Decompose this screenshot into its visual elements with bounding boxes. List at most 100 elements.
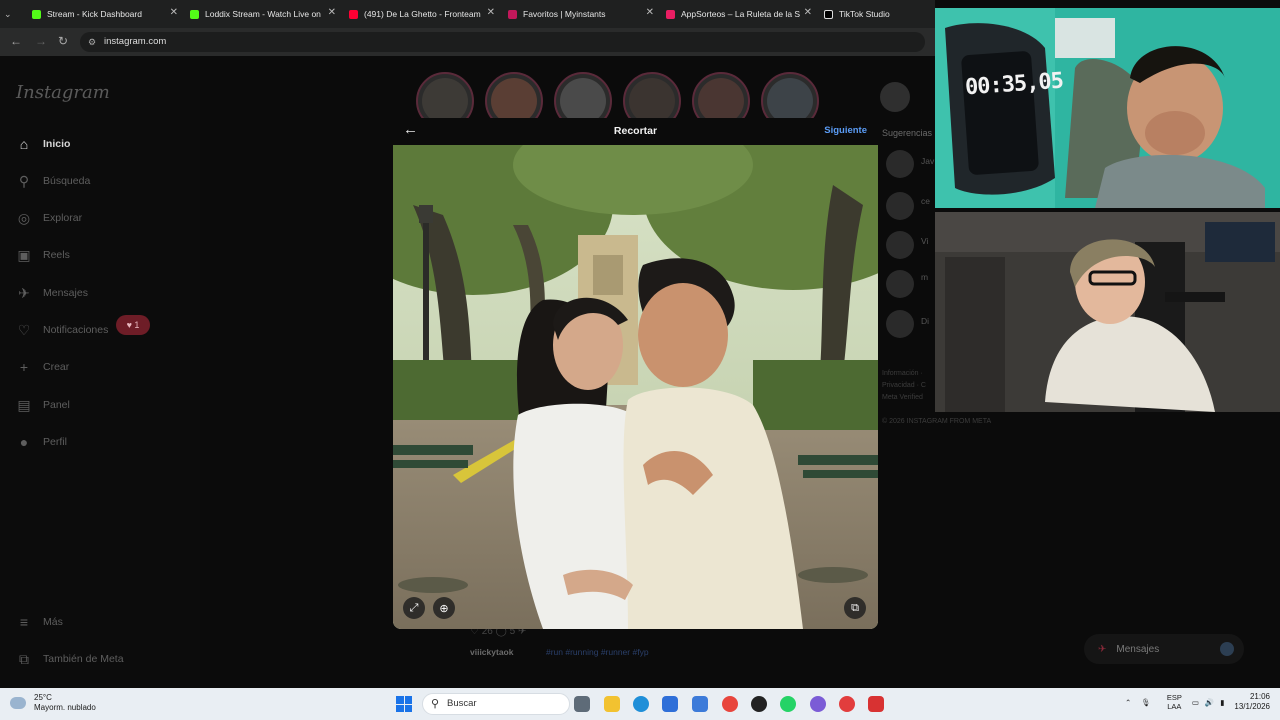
chevron-up-icon[interactable]: ⌃: [1125, 698, 1131, 707]
discord-icon[interactable]: [810, 696, 826, 712]
footer-link[interactable]: Meta Verified: [882, 392, 926, 404]
current-user-avatar[interactable]: [880, 82, 910, 112]
footer-link[interactable]: Información ·: [882, 368, 926, 380]
suggestion-avatar[interactable]: [886, 150, 914, 178]
forward-arrow-icon[interactable]: →: [35, 34, 47, 48]
menu-icon: ≡: [19, 614, 29, 630]
whatsapp-icon[interactable]: [780, 696, 796, 712]
task-view-icon[interactable]: [574, 696, 590, 712]
nav-item-explorar[interactable]: ◎ Explorar: [16, 207, 82, 229]
outlook-icon[interactable]: [692, 696, 708, 712]
close-icon[interactable]: ✕: [328, 7, 336, 18]
tab-search-button[interactable]: ⌄: [4, 4, 24, 24]
tab-appsorteos[interactable]: AppSorteos – La Ruleta de la S ✕: [666, 4, 812, 24]
suggestion-avatar[interactable]: [886, 270, 914, 298]
youtube-icon: [349, 9, 358, 19]
kick-icon: [32, 9, 41, 19]
suggestion-avatar[interactable]: [886, 231, 914, 259]
suggestion-name[interactable]: Vi: [921, 236, 928, 246]
aspect-ratio-icon[interactable]: ⤢: [403, 597, 425, 619]
windows-taskbar: 25°C Mayorm. nublado ⚲ Buscar ⌃ 🎙 ESP LA…: [0, 688, 1280, 720]
nav-label: Mensajes: [43, 287, 88, 299]
store-icon[interactable]: [662, 696, 678, 712]
battery-icon[interactable]: ▮: [1220, 698, 1224, 707]
tab-youtube[interactable]: (491) De La Ghetto - Fronteam ✕: [349, 4, 495, 24]
meta-label: También de Meta: [43, 653, 124, 665]
nav-item-reels[interactable]: ▣ Reels: [16, 244, 69, 266]
taskbar-search[interactable]: ⚲ Buscar: [422, 693, 570, 715]
microphone-icon[interactable]: 🎙: [1141, 698, 1151, 707]
volume-icon[interactable]: 🔊: [1205, 698, 1214, 707]
nav-item-mensajes[interactable]: ✈ Mensajes: [16, 282, 88, 304]
suggestion-avatar[interactable]: [886, 310, 914, 338]
tab-loddix-stream[interactable]: Loddix Stream - Watch Live on ✕: [190, 4, 336, 24]
more-button[interactable]: ≡ Más: [16, 611, 63, 633]
nav-label: Perfil: [43, 436, 67, 448]
tab-tiktok-studio[interactable]: TikTok Studio: [824, 4, 924, 24]
next-button[interactable]: Siguiente: [824, 125, 867, 136]
windows-start-icon[interactable]: [396, 696, 412, 712]
post-username[interactable]: viiickytaok: [470, 647, 513, 657]
site-info-icon[interactable]: ⚙: [88, 32, 96, 52]
nav-item-inicio[interactable]: ⌂ Inicio: [16, 133, 71, 155]
messages-pill[interactable]: ✈ Mensajes: [1084, 634, 1244, 664]
suggestion-name[interactable]: Di: [921, 316, 929, 326]
address-bar[interactable]: ⚙ instagram.com: [80, 32, 925, 52]
suggestion-name[interactable]: m: [921, 272, 928, 282]
opera-icon[interactable]: [839, 696, 855, 712]
tab-label: Loddix Stream - Watch Live on: [205, 9, 321, 19]
sidebar-footer-links: Información · Privacidad · C Meta Verifi…: [882, 368, 926, 404]
webcam-image: [935, 8, 1280, 208]
weather-text: Mayorm. nublado: [34, 703, 96, 712]
tab-kick-dashboard[interactable]: Stream - Kick Dashboard ✕: [32, 4, 178, 24]
tab-label: Favoritos | Myinstants: [523, 9, 606, 19]
layout-code: LAA: [1167, 702, 1182, 711]
plus-icon: +: [19, 359, 29, 375]
date-text: 13/1/2026: [1234, 702, 1270, 711]
back-arrow-icon[interactable]: ←: [10, 34, 22, 48]
myinstants-icon: [508, 9, 517, 19]
crop-photo[interactable]: ⤢ ⊕ ⧉: [393, 145, 878, 629]
streamer-webcam-top: 00:35,05: [935, 8, 1280, 208]
compass-icon: ◎: [17, 209, 31, 226]
language-code: ESP: [1166, 693, 1182, 702]
kick-icon: [190, 9, 199, 19]
home-icon: ⌂: [19, 136, 29, 152]
nav-item-perfil[interactable]: ● Perfil: [16, 431, 67, 453]
clock[interactable]: 21:06 13/1/2026: [1234, 692, 1270, 712]
obs-icon[interactable]: [751, 696, 767, 712]
post-hashtags[interactable]: #run #running #runner #fyp: [546, 647, 649, 657]
time-text: 21:06: [1249, 692, 1270, 701]
edge-icon[interactable]: [633, 696, 649, 712]
app-icon[interactable]: [868, 696, 884, 712]
file-explorer-icon[interactable]: [604, 696, 620, 712]
chrome-icon[interactable]: [722, 696, 738, 712]
suggestion-avatar[interactable]: [886, 192, 914, 220]
weather-widget[interactable]: 25°C Mayorm. nublado: [10, 693, 96, 713]
nav-label: Panel: [43, 399, 70, 411]
suggestion-name[interactable]: ce: [921, 196, 930, 206]
close-icon[interactable]: ✕: [170, 7, 178, 18]
close-icon[interactable]: ✕: [487, 7, 495, 18]
nav-item-notificaciones[interactable]: ♡ Notificaciones: [16, 319, 109, 341]
gallery-icon[interactable]: ⧉: [844, 597, 866, 619]
system-tray: ⌃ 🎙 ESP LAA ▭ 🔊 ▮ 21:06 13/1/2026: [1125, 692, 1270, 712]
browser-tab-strip: ⌄ Stream - Kick Dashboard ✕ Loddix Strea…: [0, 0, 935, 28]
close-icon[interactable]: ✕: [646, 7, 654, 18]
nav-item-busqueda[interactable]: ⚲ Búsqueda: [16, 170, 90, 192]
close-icon[interactable]: ✕: [804, 7, 812, 18]
notification-badge: ♥ 1: [116, 315, 150, 335]
instagram-logo[interactable]: Instagram: [16, 82, 110, 103]
reload-icon[interactable]: ↻: [58, 34, 68, 48]
nav-item-panel[interactable]: ▤ Panel: [16, 394, 70, 416]
also-from-meta-button[interactable]: ⧉ También de Meta: [16, 648, 124, 670]
language-indicator[interactable]: ESP LAA: [1167, 693, 1182, 711]
zoom-icon[interactable]: ⊕: [433, 597, 455, 619]
nav-item-crear[interactable]: + Crear: [16, 356, 69, 378]
messenger-icon: ✈: [18, 284, 30, 301]
network-icon[interactable]: ▭: [1192, 698, 1199, 707]
suggestion-name[interactable]: Jav: [921, 156, 934, 166]
tab-myinstants[interactable]: Favoritos | Myinstants ✕: [508, 4, 654, 24]
tab-label: AppSorteos – La Ruleta de la S: [681, 9, 801, 19]
footer-link[interactable]: Privacidad · C: [882, 380, 926, 392]
